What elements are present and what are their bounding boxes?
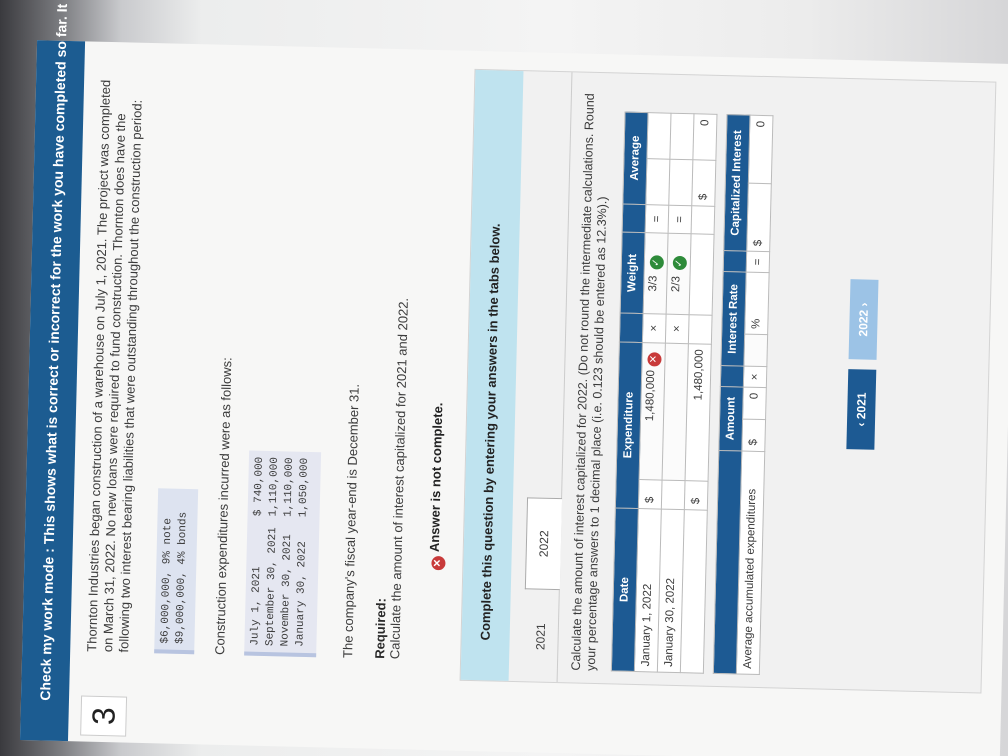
average-value [669, 113, 695, 160]
total-expenditure: 1,480,000 [685, 343, 712, 482]
header-blank [723, 250, 747, 273]
loan-bonds: $9,000,000, 4% bonds [174, 511, 190, 645]
blank-cell [688, 314, 713, 345]
multiply-sign: × [743, 366, 767, 388]
header-weight: Weight [620, 232, 646, 314]
dollar-cell [668, 159, 693, 206]
average-value [646, 112, 672, 160]
status-message: ✕ Answer is not complete. [426, 402, 449, 571]
question-page: Check my work mode : This shows what is … [20, 0, 1008, 756]
error-x-icon: ✕ [431, 556, 446, 571]
correct-check-icon: ✓ [672, 255, 688, 271]
header-blank [720, 365, 744, 388]
weight-value: 2/3 [670, 275, 683, 293]
fiscal-year-text: The company's fiscal year-end is Decembe… [340, 383, 362, 659]
expenditures-box: July 1, 2021 $ 740,000 September 30, 2021… [244, 450, 322, 658]
expenditure-row: January 30, 2022 1,050,000 [293, 458, 313, 647]
tab-2021[interactable]: 2021 [523, 591, 559, 682]
correct-check-icon: ✓ [649, 255, 665, 270]
exp-amount: 1,110,000 [267, 456, 281, 517]
prev-tab-button[interactable]: ‹ 2021 [846, 369, 877, 450]
capitalized-interest-value: 0 [748, 115, 773, 184]
percent-sign: % [744, 272, 770, 335]
header-blank [619, 312, 644, 343]
exp-date: January 30, 2022 [294, 541, 309, 647]
equals-sign: = [645, 204, 669, 234]
weighted-expenditure-table: Date Expenditure Weight Average January … [611, 112, 718, 674]
header-average: Average [622, 112, 649, 205]
next-tab-button[interactable]: 2022 › [848, 279, 879, 360]
panel-title: Complete this question by entering your … [477, 223, 503, 641]
expenditure-value: 1,480,000 [643, 369, 658, 422]
interest-rate-input[interactable] [743, 334, 768, 367]
answer-panel: Complete this question by entering your … [459, 68, 997, 694]
weight-value: 3/3 [647, 275, 660, 292]
exp-amount: 1,050,000 [297, 457, 311, 518]
loans-box: $6,000,000, 9% note $9,000,000, 4% bonds [154, 488, 199, 655]
blank-cell [689, 234, 715, 316]
exp-amount: 1,110,000 [282, 457, 296, 518]
photo-stage: Check my work mode : This shows what is … [0, 0, 1008, 756]
panel-header: Complete this question by entering your … [460, 69, 524, 681]
capitalized-interest-table: Amount Interest Rate Capitalized Interes… [713, 114, 774, 675]
header-interest-rate: Interest Rate [720, 271, 747, 367]
tab-2022[interactable]: 2022 [524, 497, 563, 591]
year-tabs: 2021 2022 [522, 71, 573, 683]
header-capitalized-interest: Capitalized Interest [723, 114, 750, 252]
dollar-sign: $ [691, 159, 716, 206]
blank-cell [691, 205, 715, 235]
dollar-sign: $ [746, 183, 772, 252]
question-number: 3 [80, 695, 128, 737]
total-average: 0 [692, 113, 717, 161]
equals-sign: = [668, 204, 692, 235]
dollar-sign: $ [638, 479, 663, 509]
check-work-banner: Check my work mode : This shows what is … [20, 0, 86, 742]
instructions-text: Calculate the amount of interest capital… [568, 93, 610, 672]
exp-amount: $ 740,000 [252, 456, 266, 517]
required-section: Required: Calculate the amount of intere… [372, 297, 411, 660]
incorrect-icon: ✕ [647, 351, 662, 367]
expenditure-input[interactable] [662, 342, 689, 481]
dollar-sign [661, 480, 686, 510]
row-date [680, 509, 708, 674]
expenditure-input[interactable]: 1,480,000 ✕ [639, 342, 666, 481]
header-blank [622, 203, 646, 234]
weight-input[interactable]: 2/3 ✓ [666, 233, 692, 315]
multiply-sign: × [665, 313, 690, 344]
question-intro: Thornton Industries began construction o… [84, 79, 145, 653]
dollar-cell [645, 158, 670, 205]
header-amount: Amount [718, 386, 744, 451]
construction-label: Construction expenditures incurred were … [212, 357, 235, 656]
weight-input[interactable]: 3/3 ✓ [643, 233, 669, 314]
multiply-sign: × [642, 313, 667, 343]
dollar-sign: $ [741, 418, 766, 452]
amount-value: 0 [742, 387, 767, 420]
row-label: Average accumulated expenditures [736, 450, 765, 675]
dollar-sign: $ [684, 480, 709, 510]
banner-text: Check my work mode : This shows what is … [36, 0, 73, 701]
status-text: Answer is not complete. [426, 402, 446, 553]
equals-sign: = [746, 251, 770, 273]
